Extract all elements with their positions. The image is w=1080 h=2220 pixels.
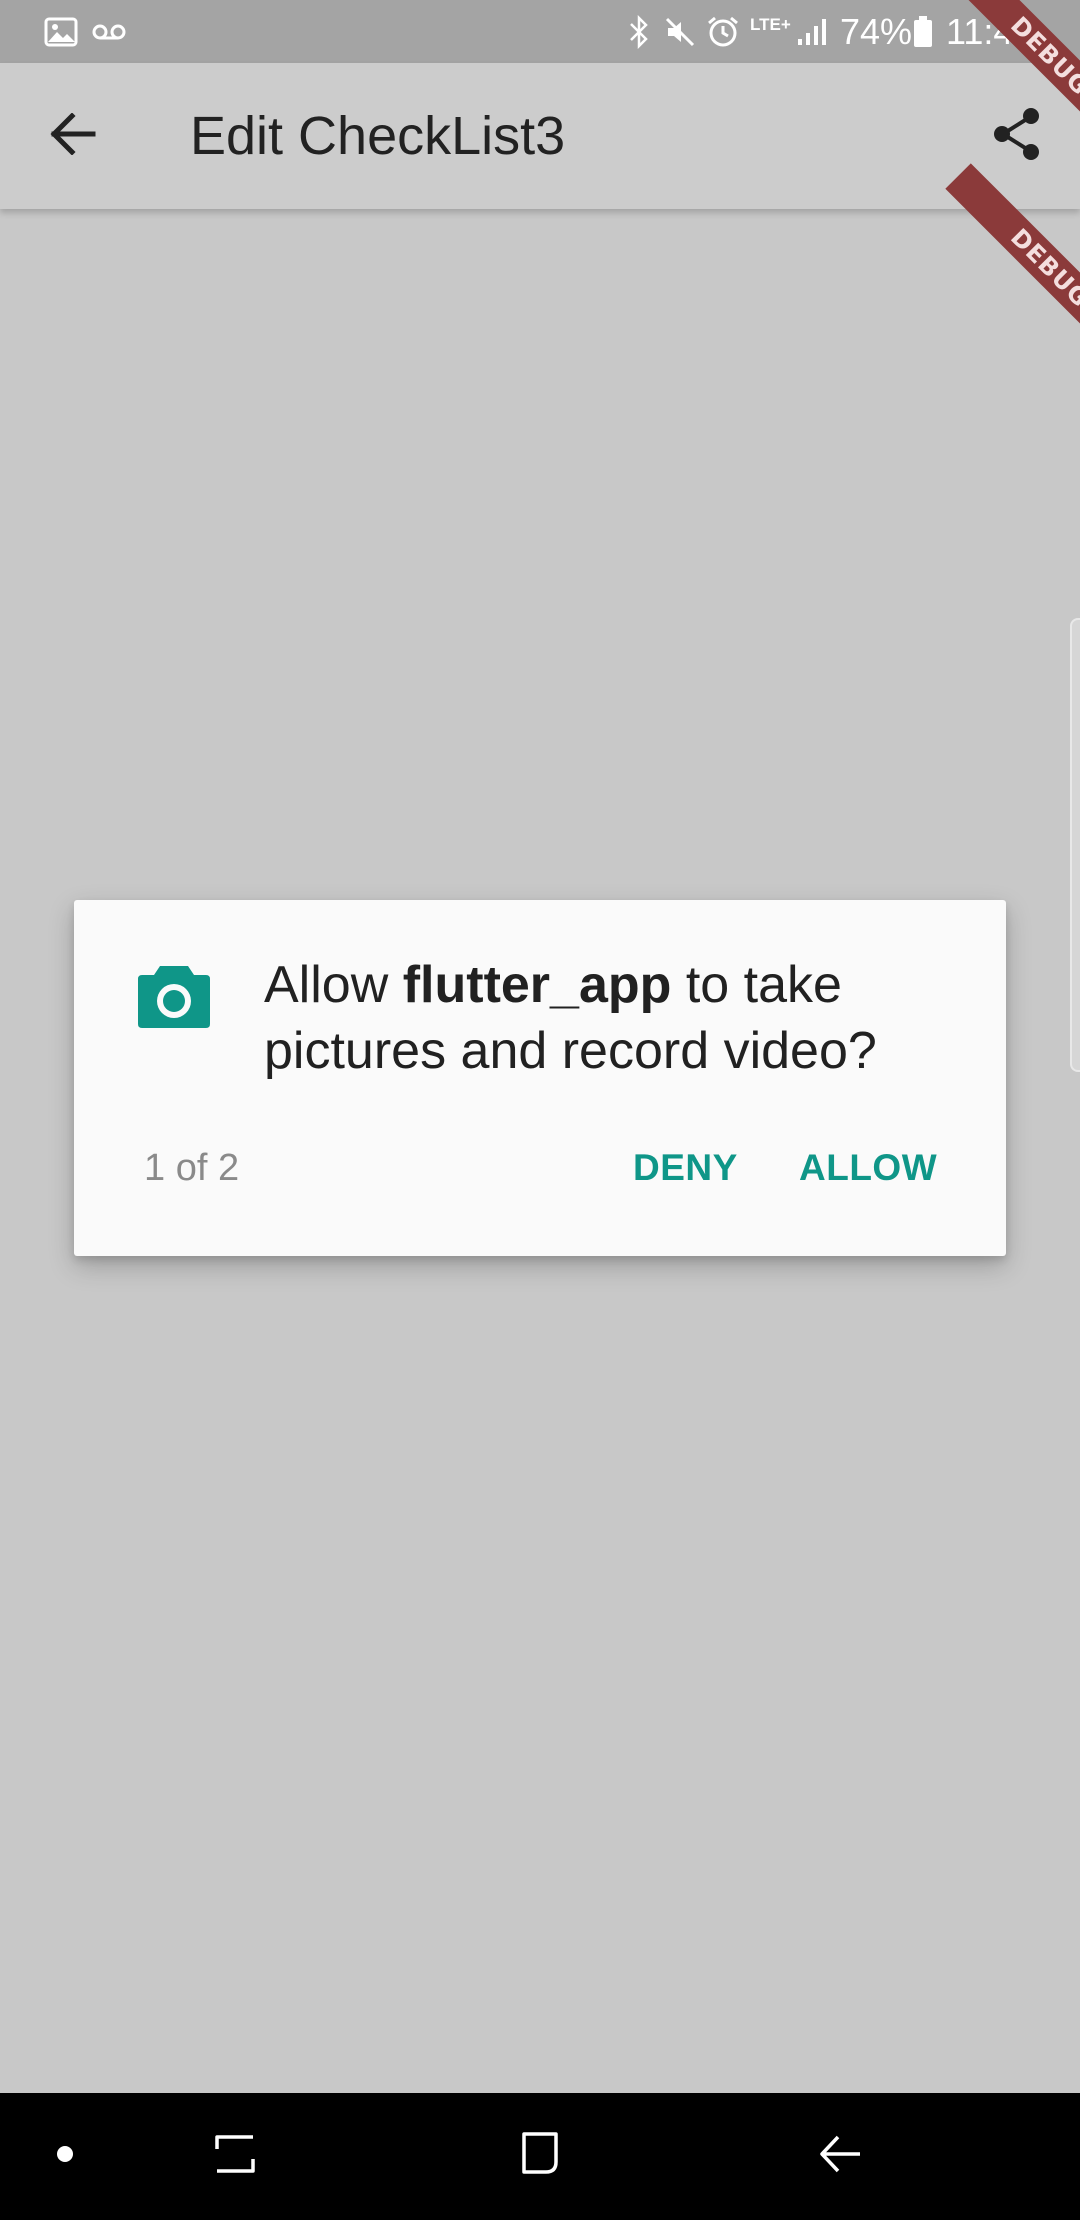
permission-dialog: Allow flutter_app to take pictures and r… [74, 900, 1006, 1256]
lte-icon: LTE+ [750, 14, 791, 34]
deny-button[interactable]: DENY [623, 1130, 748, 1206]
gallery-icon [44, 0, 78, 63]
back-nav-button[interactable] [800, 2093, 880, 2220]
dot-icon [56, 2145, 74, 2168]
signal-icon [796, 0, 828, 63]
alarm-icon [706, 0, 740, 63]
recent-apps-button[interactable] [195, 2093, 275, 2220]
nav-dot-button[interactable] [30, 2093, 100, 2220]
mute-icon [664, 0, 696, 63]
app-name: flutter_app [402, 956, 672, 1014]
navigation-bar [0, 2093, 1080, 2220]
app-bar: Edit CheckList3 [0, 63, 1080, 209]
allow-button[interactable]: ALLOW [789, 1130, 947, 1206]
back-button[interactable] [28, 96, 118, 176]
camera-icon [134, 956, 214, 1036]
permission-counter: 1 of 2 [144, 1147, 240, 1189]
message-prefix: Allow [264, 956, 403, 1014]
home-icon [516, 2130, 564, 2183]
arrow-back-icon [49, 111, 97, 160]
share-icon [992, 107, 1042, 166]
share-button[interactable] [975, 96, 1059, 176]
recent-apps-icon [211, 2131, 259, 2182]
back-icon [816, 2130, 864, 2183]
page-title: Edit CheckList3 [190, 106, 566, 166]
edge-panel-handle[interactable] [1070, 618, 1080, 1072]
permission-message: Allow flutter_app to take pictures and r… [264, 952, 964, 1084]
bluetooth-icon [628, 0, 650, 63]
home-button[interactable] [500, 2093, 580, 2220]
battery-percent: 74% [840, 11, 913, 52]
status-bar: LTE+ 74% 11:40 [0, 0, 1080, 63]
battery-icon [912, 0, 934, 63]
voicemail-icon [92, 0, 126, 63]
